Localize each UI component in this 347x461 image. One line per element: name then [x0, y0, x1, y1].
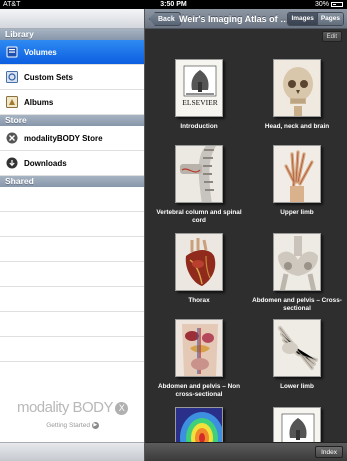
empty-row	[0, 212, 144, 237]
chapter-label: Abdomen and pelvis – Cross-sectional	[252, 297, 342, 312]
chapter-thumbnail	[273, 319, 321, 377]
chapter-tile[interactable]: Abdomen and pelvis – Non cross-sectional	[149, 319, 249, 399]
hand-image	[274, 146, 320, 202]
publisher-wordmark: ELSEVIER	[182, 98, 217, 107]
arrow-right-icon: ▶	[91, 422, 99, 429]
section-header-store: Store	[0, 115, 144, 126]
pelvis-image	[274, 234, 320, 290]
chapter-tile[interactable]: Vertebral column and spinal cord	[149, 145, 249, 225]
sidebar-item-downloads[interactable]: Downloads	[0, 151, 144, 176]
chapter-thumbnail: ELSEVIER	[175, 59, 223, 117]
abdomen-image	[176, 320, 222, 376]
custom-sets-icon	[6, 71, 18, 83]
sidebar-item-custom-sets[interactable]: Custom Sets	[0, 65, 144, 90]
chapter-tile[interactable]: Head, neck and brain	[247, 59, 347, 131]
sidebar-item-albums[interactable]: Albums	[0, 90, 144, 115]
back-button[interactable]: Back	[149, 12, 181, 26]
chapter-thumbnail	[273, 59, 321, 117]
sidebar-item-label: Downloads	[24, 159, 67, 168]
sidebar-item-modality-store[interactable]: modalityBODY Store	[0, 126, 144, 151]
sidebar-toolbar	[0, 9, 144, 29]
foot-image	[274, 320, 320, 376]
empty-row	[0, 312, 144, 337]
clock: 3:50 PM	[160, 1, 187, 8]
sidebar-item-label: Custom Sets	[24, 73, 73, 82]
content-pane: Back Weir's Imaging Atlas of Human Anato…	[145, 9, 347, 461]
battery-percent: 30%	[314, 1, 329, 8]
skull-image	[274, 60, 320, 116]
chapter-thumbnail	[175, 319, 223, 377]
spine-image	[176, 146, 222, 202]
download-icon	[6, 157, 18, 169]
content-toolbar: Edit	[145, 29, 347, 43]
empty-row	[0, 237, 144, 262]
edit-button[interactable]: Edit	[321, 31, 342, 42]
chapter-label: Introduction	[180, 123, 218, 130]
getting-started-link[interactable]: Getting Started ▶	[0, 422, 144, 430]
battery-icon	[331, 1, 343, 7]
view-segmented-control: Images Pages	[287, 12, 344, 26]
heart-image	[176, 234, 222, 290]
section-header-shared: Shared	[0, 176, 144, 187]
sidebar-item-label: Volumes	[24, 48, 57, 57]
logo-word-modality: modality	[16, 399, 69, 416]
chapter-thumbnail	[273, 233, 321, 291]
sidebar-item-label: modalityBODY Store	[24, 134, 103, 143]
index-button[interactable]: Index	[315, 446, 343, 458]
book-icon	[6, 46, 18, 58]
chapter-label: Upper limb	[280, 209, 314, 216]
chapter-label: Vertebral column and spinal cord	[156, 209, 242, 224]
chapter-label: Lower limb	[280, 383, 314, 390]
chapter-tile[interactable]: Thorax	[149, 233, 249, 305]
chapter-tile[interactable]: ELSEVIER Introduction	[149, 59, 249, 131]
chapter-tile[interactable]: Abdomen and pelvis – Cross-sectional	[247, 233, 347, 313]
empty-row	[0, 262, 144, 287]
getting-started-label: Getting Started	[46, 422, 90, 430]
chapter-thumbnail	[175, 145, 223, 203]
brand-area: modality BODY X Getting Started ▶	[0, 399, 144, 430]
chapter-tile[interactable]: Upper limb	[247, 145, 347, 217]
sidebar: Library Volumes Custom Sets Albums Store…	[0, 9, 145, 461]
chapter-thumbnail	[273, 145, 321, 203]
album-icon	[6, 96, 18, 108]
section-header-library: Library	[0, 29, 144, 40]
sidebar-item-label: Albums	[24, 98, 54, 107]
empty-row	[0, 337, 144, 362]
content-bottom-bar: Index	[145, 442, 347, 461]
empty-row	[0, 187, 144, 212]
logo-word-body: BODY	[72, 399, 114, 416]
modality-store-icon	[6, 132, 18, 144]
sidebar-bottom-bar	[0, 442, 144, 461]
chapter-thumbnail	[175, 233, 223, 291]
empty-row	[0, 287, 144, 312]
chapter-tile[interactable]: Lower limb	[247, 319, 347, 391]
sidebar-item-volumes[interactable]: Volumes	[0, 40, 144, 65]
segment-pages[interactable]: Pages	[316, 13, 343, 25]
segment-images[interactable]: Images	[288, 13, 317, 25]
status-bar: AT&T 3:50 PM 30%	[0, 0, 347, 9]
chapter-label: Abdomen and pelvis – Non cross-sectional	[157, 383, 241, 398]
page-title: Weir's Imaging Atlas of Human Anatomy	[179, 14, 292, 24]
chapter-label: Head, neck and brain	[264, 123, 330, 130]
modality-logo: modality BODY X	[0, 399, 144, 416]
logo-mark: X	[115, 401, 129, 415]
elsevier-logo-image: ELSEVIER	[176, 60, 222, 116]
battery-indicator: 30%	[315, 0, 343, 9]
nav-bar: Back Weir's Imaging Atlas of Human Anato…	[145, 9, 347, 29]
chapter-label: Thorax	[188, 297, 210, 304]
